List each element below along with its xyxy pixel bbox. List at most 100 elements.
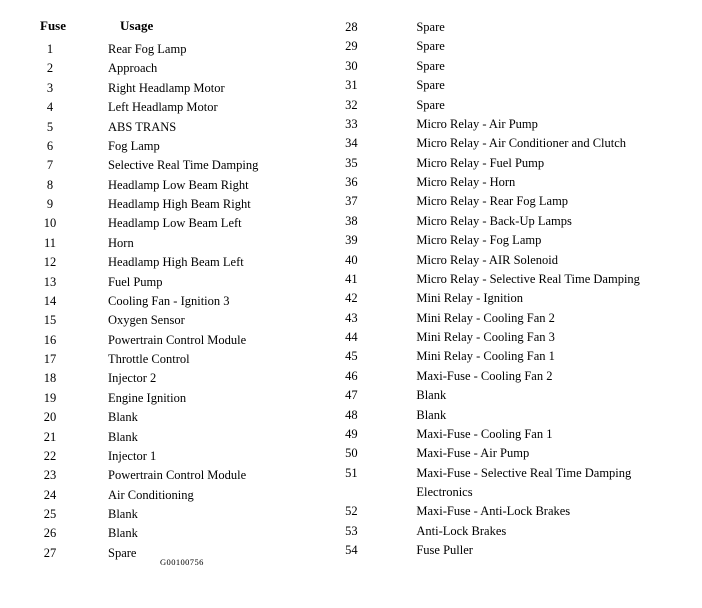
header-fuse: Fuse bbox=[20, 18, 120, 34]
table-row: 48Blank bbox=[326, 406, 682, 425]
fuse-usage: Spare bbox=[376, 76, 682, 95]
fuse-usage: Micro Relay - Fog Lamp bbox=[376, 231, 682, 250]
table-row: 8Headlamp Low Beam Right bbox=[20, 176, 316, 195]
fuse-number: 11 bbox=[20, 234, 80, 253]
table-row: 39Micro Relay - Fog Lamp bbox=[326, 231, 682, 250]
fuse-number: 49 bbox=[326, 425, 376, 444]
fuse-usage: Powertrain Control Module bbox=[80, 331, 316, 350]
table-row: 54Fuse Puller bbox=[326, 541, 682, 560]
fuse-number: 10 bbox=[20, 214, 80, 233]
fuse-number: 23 bbox=[20, 466, 80, 485]
fuse-usage: Micro Relay - Horn bbox=[376, 173, 682, 192]
fuse-usage: Micro Relay - Air Conditioner and Clutch bbox=[376, 134, 682, 153]
table-row: 41Micro Relay - Selective Real Time Damp… bbox=[326, 270, 682, 289]
table-header: Fuse Usage bbox=[20, 18, 316, 34]
fuse-number: 28 bbox=[326, 18, 376, 37]
fuse-number: 18 bbox=[20, 369, 80, 388]
fuse-usage: Injector 2 bbox=[80, 369, 316, 388]
table-row: 33Micro Relay - Air Pump bbox=[326, 115, 682, 134]
fuse-number: 52 bbox=[326, 502, 376, 521]
fuse-usage: Fuel Pump bbox=[80, 273, 316, 292]
fuse-usage: Spare bbox=[376, 37, 682, 56]
fuse-number: 1 bbox=[20, 40, 80, 59]
fuse-usage: Mini Relay - Cooling Fan 3 bbox=[376, 328, 682, 347]
table-row: 42Mini Relay - Ignition bbox=[326, 289, 682, 308]
fuse-number: 4 bbox=[20, 98, 80, 117]
table-row: 35Micro Relay - Fuel Pump bbox=[326, 154, 682, 173]
table-row: 23Powertrain Control Module bbox=[20, 466, 316, 485]
fuse-number: 37 bbox=[326, 192, 376, 211]
fuse-number: 2 bbox=[20, 59, 80, 78]
fuse-number: 32 bbox=[326, 96, 376, 115]
fuse-number: 3 bbox=[20, 79, 80, 98]
table-row: 36Micro Relay - Horn bbox=[326, 173, 682, 192]
fuse-number: 51 bbox=[326, 464, 376, 503]
fuse-usage: Right Headlamp Motor bbox=[80, 79, 316, 98]
fuse-number: 54 bbox=[326, 541, 376, 560]
fuse-usage: Spare bbox=[376, 18, 682, 37]
fuse-number: 26 bbox=[20, 524, 80, 543]
table-row: 20Blank bbox=[20, 408, 316, 427]
fuse-number: 48 bbox=[326, 406, 376, 425]
fuse-usage: Cooling Fan - Ignition 3 bbox=[80, 292, 316, 311]
fuse-usage: Left Headlamp Motor bbox=[80, 98, 316, 117]
fuse-usage: Maxi-Fuse - Cooling Fan 1 bbox=[376, 425, 682, 444]
table-row: 10Headlamp Low Beam Left bbox=[20, 214, 316, 233]
table-row: 40Micro Relay - AIR Solenoid bbox=[326, 251, 682, 270]
fuse-usage: Spare bbox=[376, 57, 682, 76]
fuse-usage: Spare bbox=[376, 96, 682, 115]
fuse-usage: Micro Relay - Back-Up Lamps bbox=[376, 212, 682, 231]
fuse-usage: Blank bbox=[376, 386, 682, 405]
fuse-number: 24 bbox=[20, 486, 80, 505]
table-row: 38Micro Relay - Back-Up Lamps bbox=[326, 212, 682, 231]
fuse-number: 50 bbox=[326, 444, 376, 463]
fuse-usage: Maxi-Fuse - Selective Real Time Damping … bbox=[376, 464, 682, 503]
table-row: 28Spare bbox=[326, 18, 682, 37]
table-row: 26Blank bbox=[20, 524, 316, 543]
fuse-usage: ABS TRANS bbox=[80, 118, 316, 137]
table-row: 18Injector 2 bbox=[20, 369, 316, 388]
table-row: 3Right Headlamp Motor bbox=[20, 79, 316, 98]
fuse-usage: Blank bbox=[80, 505, 316, 524]
fuse-table-page: Fuse Usage 1Rear Fog Lamp2Approach3Right… bbox=[0, 0, 702, 573]
fuse-usage: Headlamp High Beam Right bbox=[80, 195, 316, 214]
table-row: 9Headlamp High Beam Right bbox=[20, 195, 316, 214]
fuse-usage: Oxygen Sensor bbox=[80, 311, 316, 330]
fuse-number: 41 bbox=[326, 270, 376, 289]
left-rows: 1Rear Fog Lamp2Approach3Right Headlamp M… bbox=[20, 40, 316, 563]
table-row: 25Blank bbox=[20, 505, 316, 524]
fuse-usage: Blank bbox=[80, 428, 316, 447]
fuse-number: 17 bbox=[20, 350, 80, 369]
table-row: 52Maxi-Fuse - Anti-Lock Brakes bbox=[326, 502, 682, 521]
table-row: 15Oxygen Sensor bbox=[20, 311, 316, 330]
fuse-number: 46 bbox=[326, 367, 376, 386]
fuse-usage: Throttle Control bbox=[80, 350, 316, 369]
fuse-number: 6 bbox=[20, 137, 80, 156]
fuse-number: 8 bbox=[20, 176, 80, 195]
table-row: 21Blank bbox=[20, 428, 316, 447]
fuse-number: 43 bbox=[326, 309, 376, 328]
right-column: 28Spare29Spare30Spare31Spare32Spare33Mic… bbox=[316, 18, 682, 563]
fuse-number: 53 bbox=[326, 522, 376, 541]
fuse-number: 15 bbox=[20, 311, 80, 330]
table-row: 47Blank bbox=[326, 386, 682, 405]
table-row: 13Fuel Pump bbox=[20, 273, 316, 292]
fuse-usage: Maxi-Fuse - Anti-Lock Brakes bbox=[376, 502, 682, 521]
right-rows: 28Spare29Spare30Spare31Spare32Spare33Mic… bbox=[326, 18, 682, 561]
table-row: 29Spare bbox=[326, 37, 682, 56]
fuse-usage: Fuse Puller bbox=[376, 541, 682, 560]
columns-wrapper: Fuse Usage 1Rear Fog Lamp2Approach3Right… bbox=[20, 18, 682, 563]
fuse-usage: Mini Relay - Cooling Fan 2 bbox=[376, 309, 682, 328]
fuse-usage: Selective Real Time Damping bbox=[80, 156, 316, 175]
fuse-usage: Headlamp Low Beam Left bbox=[80, 214, 316, 233]
fuse-usage: Maxi-Fuse - Air Pump bbox=[376, 444, 682, 463]
fuse-number: 29 bbox=[326, 37, 376, 56]
table-row: 2Approach bbox=[20, 59, 316, 78]
table-row: 44Mini Relay - Cooling Fan 3 bbox=[326, 328, 682, 347]
table-row: 37Micro Relay - Rear Fog Lamp bbox=[326, 192, 682, 211]
fuse-usage: Anti-Lock Brakes bbox=[376, 522, 682, 541]
fuse-number: 30 bbox=[326, 57, 376, 76]
table-row: 5ABS TRANS bbox=[20, 118, 316, 137]
table-row: 11Horn bbox=[20, 234, 316, 253]
fuse-usage: Maxi-Fuse - Cooling Fan 2 bbox=[376, 367, 682, 386]
